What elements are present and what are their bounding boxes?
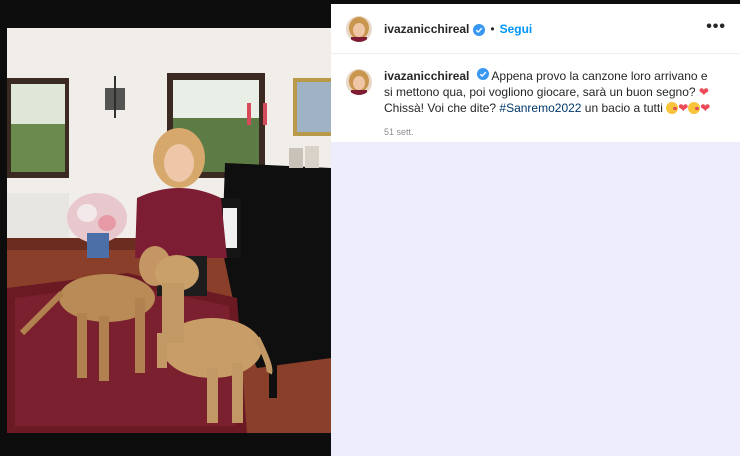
post-timestamp[interactable]: 51 sett.	[384, 124, 714, 140]
avatar-image	[346, 15, 372, 42]
red-heart-icon: ❤	[678, 101, 689, 115]
caption-avatar[interactable]	[346, 69, 372, 95]
photo-frame-bottom	[0, 433, 331, 456]
separator-dot: •	[490, 21, 495, 36]
post-header: ivazanicchireal • Segui •••	[331, 4, 740, 54]
caption-verified-badge-icon	[476, 68, 489, 80]
username[interactable]: ivazanicchireal	[384, 22, 469, 36]
photo-frame-top	[0, 0, 331, 28]
caption-username[interactable]: ivazanicchireal	[384, 69, 469, 83]
post-photo[interactable]	[7, 28, 331, 433]
post-caption: ivazanicchireal Appena provo la canzone …	[331, 54, 740, 142]
face-blowing-kiss-icon	[688, 102, 701, 114]
verified-badge-icon	[473, 23, 486, 36]
more-options-icon[interactable]: •••	[706, 19, 726, 35]
caption-avatar-image	[346, 69, 372, 95]
red-heart-icon: ❤	[698, 85, 709, 99]
caption-body: ivazanicchireal Appena provo la canzone …	[384, 68, 714, 142]
red-heart-icon: ❤	[700, 101, 711, 115]
hashtag-link[interactable]: #Sanremo2022	[499, 101, 581, 115]
caption-text-part3: un bacio a tutti	[581, 101, 667, 115]
comments-area	[331, 142, 740, 456]
photo-frame-left	[0, 0, 7, 456]
post-side-panel: ivazanicchireal • Segui ••• ivazanicchir…	[331, 0, 740, 456]
caption-text-part2: Chissà! Voi che dite?	[384, 101, 500, 115]
follow-button[interactable]: Segui	[500, 22, 533, 36]
face-blowing-kiss-icon	[666, 102, 679, 114]
post-photo-illustration	[7, 28, 331, 433]
avatar[interactable]	[346, 15, 372, 42]
